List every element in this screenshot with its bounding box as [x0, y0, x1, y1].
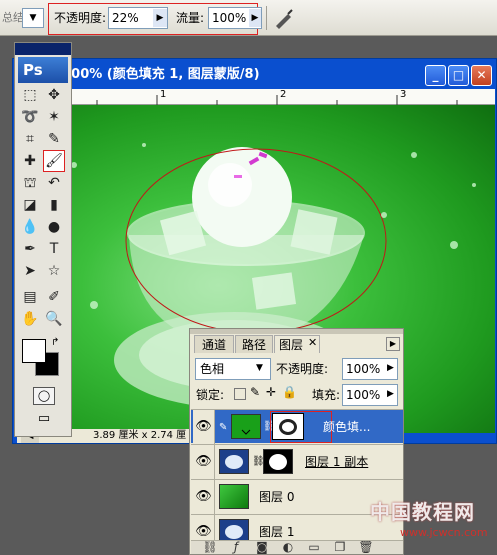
ruler-number: 3: [400, 89, 407, 100]
foreground-color-swatch-front: [22, 339, 46, 363]
dodge-icon[interactable]: ●: [44, 217, 64, 237]
arrow-right-icon[interactable]: ▶: [387, 389, 394, 399]
layer-opacity-field[interactable]: 100% ▶: [342, 358, 398, 380]
gradient-icon[interactable]: ▮: [44, 195, 64, 215]
close-icon[interactable]: ✕: [308, 336, 317, 349]
tab-layers-label: 图层: [278, 338, 303, 352]
eye-icon[interactable]: 👁: [193, 445, 215, 479]
arrow-right-icon[interactable]: ▶: [153, 9, 167, 27]
layer-row[interactable]: 👁 ✎ ⛓ 颜色填...: [191, 409, 403, 444]
layer-row[interactable]: 👁 ⛓ 图层 1 副本: [191, 444, 403, 479]
pen-icon[interactable]: ✒: [20, 239, 40, 259]
tab-paths[interactable]: 路径: [235, 335, 273, 353]
watermark: 中国教程网 www.jcwcn.com: [370, 496, 495, 550]
options-bar: 总结 ▼ 不透明度: 22% ▶ 流量: 100% ▶: [0, 0, 497, 36]
shape-icon[interactable]: ☆: [44, 261, 64, 281]
ps-logo: Ps: [18, 57, 68, 83]
layer-mask-thumbnail[interactable]: [263, 449, 293, 474]
hand-icon[interactable]: ✋: [20, 309, 40, 329]
toolbox: Ps ⬚ ✥ ➰ ✶ ⌗ ✎ ✚ 🖌 ⛫ ↶ ◪ ▮ 💧 ● ✒ T ➤ ☆ ▤…: [14, 42, 72, 437]
maximize-button[interactable]: □: [448, 65, 469, 86]
brush-mode-area[interactable]: 总结 ▼: [0, 8, 48, 28]
flow-value: 100%: [212, 11, 247, 25]
airbrush-icon[interactable]: [272, 6, 296, 30]
new-group-icon[interactable]: ▭: [305, 541, 323, 554]
layer-name[interactable]: 颜色填...: [323, 410, 370, 444]
zoom-icon[interactable]: 🔍: [44, 309, 64, 329]
toolbox-header[interactable]: [15, 43, 71, 55]
layer-thumbnail: [219, 449, 249, 474]
panel-grip[interactable]: [190, 329, 403, 334]
marquee-icon[interactable]: ⬚: [20, 85, 40, 105]
lock-pixels-icon[interactable]: ✎: [250, 385, 260, 399]
eraser-icon[interactable]: ◪: [20, 195, 40, 215]
arrow-right-icon[interactable]: ▶: [387, 363, 394, 373]
brush-icon[interactable]: 🖌: [43, 150, 65, 172]
arrow-right-icon[interactable]: ▶: [249, 9, 261, 27]
lock-label: 锁定:: [196, 388, 225, 402]
type-icon[interactable]: T: [44, 239, 64, 259]
eye-icon[interactable]: 👁: [193, 410, 215, 444]
panel-menu-icon[interactable]: ▶: [386, 337, 400, 351]
document-size: 3.89 厘米 x 2.74 厘: [93, 430, 187, 441]
fx-icon[interactable]: ƒ: [227, 541, 245, 554]
flow-label: 流量:: [176, 11, 205, 25]
slice-icon[interactable]: ✎: [44, 129, 64, 149]
opacity-field[interactable]: 22% ▶: [108, 7, 168, 29]
swap-colors-icon[interactable]: ↱: [51, 337, 59, 348]
screen-mode-icon[interactable]: ▭: [33, 411, 55, 429]
layer-name[interactable]: 图层 1 副本: [305, 445, 368, 479]
blur-icon[interactable]: 💧: [20, 217, 40, 237]
crop-icon[interactable]: ⌗: [20, 129, 40, 149]
adjustment-layer-icon[interactable]: ◐: [279, 541, 297, 554]
ruler-number: 1: [160, 89, 167, 100]
lock-all-icon[interactable]: 🔒: [282, 385, 297, 399]
blend-mode-value: 色相: [200, 362, 225, 376]
layer-opacity-value: 100%: [346, 362, 381, 376]
separator: [266, 6, 267, 30]
eyedropper-icon[interactable]: ✐: [44, 287, 64, 307]
path-select-icon[interactable]: ➤: [20, 261, 40, 281]
eye-icon[interactable]: 👁: [193, 480, 215, 514]
lasso-icon[interactable]: ➰: [20, 107, 40, 127]
history-brush-icon[interactable]: ↶: [44, 173, 64, 193]
layer-opacity-label: 不透明度:: [276, 362, 329, 376]
tab-channels[interactable]: 通道: [194, 335, 234, 353]
add-mask-icon[interactable]: ◙: [253, 541, 271, 554]
layer-thumbnail: [219, 484, 249, 509]
brush-indicator-icon: ✎: [219, 422, 228, 433]
minimize-button[interactable]: _: [425, 65, 446, 86]
quick-mask-icon[interactable]: ◯: [33, 387, 55, 405]
chevron-down-icon: ▼: [256, 363, 263, 373]
opacity-value: 22%: [112, 11, 139, 25]
notes-icon[interactable]: ▤: [20, 287, 40, 307]
layer-name[interactable]: 图层 0: [259, 480, 294, 514]
clone-stamp-icon[interactable]: ⛫: [20, 173, 40, 193]
watermark-url: www.jcwcn.com: [400, 526, 488, 539]
lock-transparency-icon[interactable]: [234, 388, 246, 400]
layer-thumbnail: [231, 414, 261, 439]
close-button[interactable]: ✕: [471, 65, 492, 86]
new-layer-icon[interactable]: ❐: [331, 541, 349, 554]
fill-value: 100%: [346, 388, 381, 402]
magic-wand-icon[interactable]: ✶: [44, 107, 64, 127]
healing-brush-icon[interactable]: ✚: [20, 151, 40, 171]
chevron-down-icon[interactable]: ▼: [22, 8, 44, 28]
link-layers-icon[interactable]: ⛓: [201, 541, 219, 554]
fill-label: 填充:: [312, 388, 341, 402]
blend-mode-select[interactable]: 色相 ▼: [195, 358, 271, 380]
flow-field[interactable]: 100% ▶: [208, 7, 262, 29]
move-icon[interactable]: ✥: [44, 85, 64, 105]
mode-label: 总结: [2, 11, 24, 24]
horizontal-ruler: 1 2 3: [17, 89, 495, 105]
lock-position-icon[interactable]: ✛: [266, 385, 276, 399]
fill-field[interactable]: 100% ▶: [342, 384, 398, 406]
ruler-number: 2: [280, 89, 287, 100]
watermark-text: 中国教程网: [370, 500, 475, 524]
opacity-label: 不透明度:: [54, 11, 107, 25]
document-title: jpg @ 100% (颜色填充 1, 图层蒙版/8): [17, 67, 260, 82]
